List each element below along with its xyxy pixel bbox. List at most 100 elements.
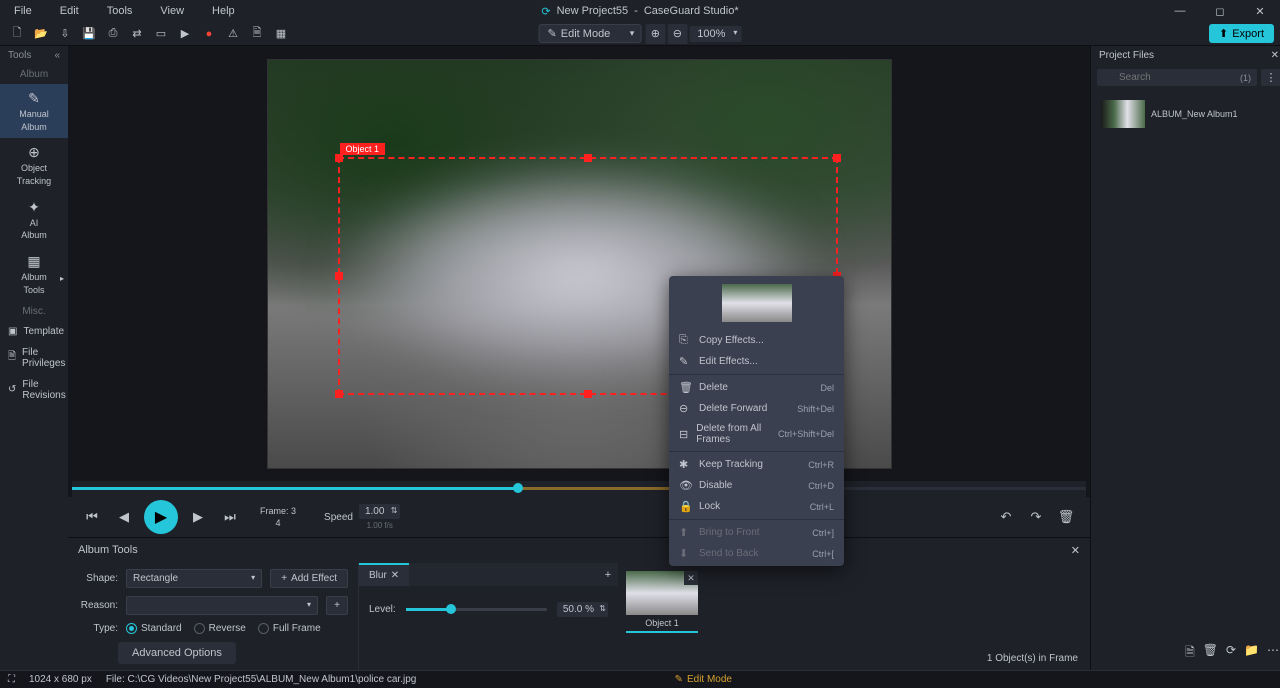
handle-bm[interactable]: [584, 390, 592, 398]
window-controls: — ◻ ✕: [1160, 0, 1280, 22]
youtube-icon[interactable]: ▶: [174, 24, 196, 44]
tab-close-icon[interactable]: ✕: [391, 570, 399, 581]
tool-a-icon[interactable]: ⇄: [126, 24, 148, 44]
undo-icon[interactable]: ↶: [994, 505, 1018, 529]
doc-icon[interactable]: 🗎: [246, 24, 268, 44]
speed-input[interactable]: 1.00: [359, 504, 400, 519]
handle-tl[interactable]: [335, 154, 343, 162]
shape-select[interactable]: Rectangle: [126, 569, 262, 588]
import-icon[interactable]: ⇩: [54, 24, 76, 44]
handle-ml[interactable]: [335, 272, 343, 280]
menu-view[interactable]: View: [146, 1, 198, 21]
ctx-keep-tracking[interactable]: ✱Keep TrackingCtrl+R: [669, 454, 844, 475]
sidebar-left: Tools « Album ✎ ManualAlbum ⊕ ObjectTrac…: [0, 46, 68, 670]
ctx-delete-from-all-frames[interactable]: ⊟Delete from All FramesCtrl+Shift+Del: [669, 419, 844, 449]
object-remove-icon[interactable]: ✕: [684, 571, 698, 585]
level-value[interactable]: 50.0 %: [557, 602, 608, 617]
open-icon[interactable]: 📂: [30, 24, 52, 44]
delete-icon[interactable]: 🗑: [1054, 505, 1078, 529]
album-tools-panel: Album Tools ✕ Shape: Rectangle +Add Effe…: [68, 537, 1090, 670]
sidebar-album-tools[interactable]: ▦ AlbumTools ▸: [0, 247, 68, 301]
titlebar: File Edit Tools View Help ⟳ New Project5…: [0, 0, 1280, 22]
handle-tr[interactable]: [833, 154, 841, 162]
prev-frame-button[interactable]: ◀: [112, 505, 136, 529]
right-panel: Project Files ✕ 🔍 (1) ⋮ ALBUM_New Album1…: [1090, 46, 1280, 670]
sidebar-object-tracking[interactable]: ⊕ ObjectTracking: [0, 138, 68, 192]
search-input[interactable]: [1097, 69, 1257, 86]
sidebar-file-revisions[interactable]: ↺ File Revisions: [0, 374, 68, 406]
first-frame-button[interactable]: ⏮: [80, 505, 104, 529]
menu-file[interactable]: File: [0, 1, 46, 21]
add-reason-button[interactable]: +: [326, 596, 348, 615]
last-frame-button[interactable]: ⏭: [218, 505, 242, 529]
reason-select[interactable]: [126, 596, 318, 615]
album-tools-close[interactable]: ✕: [1071, 544, 1080, 557]
zoom-out-icon[interactable]: ⊖: [667, 24, 687, 44]
handle-tm[interactable]: [584, 154, 592, 162]
album-item[interactable]: ALBUM_New Album1: [1097, 96, 1280, 132]
context-menu: ⎘Copy Effects...✎Edit Effects... 🗑DeleteD…: [669, 276, 844, 566]
next-frame-button[interactable]: ▶: [186, 505, 210, 529]
save-icon[interactable]: 💾: [78, 24, 100, 44]
radio-standard[interactable]: Standard: [126, 623, 182, 634]
type-label: Type:: [78, 623, 118, 634]
album-tools-header: Album Tools ✕: [68, 538, 1090, 563]
more-icon[interactable]: ⋯: [1267, 643, 1279, 664]
ctx-disable[interactable]: 👁DisableCtrl+D: [669, 475, 844, 496]
app-name: CaseGuard Studio*: [644, 5, 739, 17]
ctx-lock[interactable]: 🔒LockCtrl+L: [669, 496, 844, 517]
menu-tools[interactable]: Tools: [93, 1, 147, 21]
mode-select[interactable]: ✎ Edit Mode: [539, 24, 642, 43]
record-icon[interactable]: ●: [198, 24, 220, 44]
advanced-options-button[interactable]: Advanced Options: [118, 642, 236, 664]
sidebar-ai-album[interactable]: ✦ AIAlbum: [0, 193, 68, 247]
calendar-icon[interactable]: ▦: [270, 24, 292, 44]
play-button[interactable]: ▶: [144, 500, 178, 534]
zoom-level[interactable]: 100%: [689, 26, 741, 42]
menu-edit[interactable]: Edit: [46, 1, 93, 21]
collapse-icon[interactable]: «: [54, 50, 60, 61]
handle-bl[interactable]: [335, 390, 343, 398]
refresh-icon[interactable]: ⟳: [1226, 643, 1236, 664]
tool-b-icon[interactable]: ▭: [150, 24, 172, 44]
folder-icon[interactable]: 📁: [1244, 643, 1259, 664]
pencil-icon: ✎: [548, 27, 557, 40]
add-effect-button[interactable]: +Add Effect: [270, 569, 348, 588]
frame-current: 3: [291, 506, 296, 516]
type-radios: Standard Reverse Full Frame: [126, 623, 321, 634]
misc-section-label: Misc.: [0, 302, 68, 321]
close-button[interactable]: ✕: [1240, 0, 1280, 22]
radio-reverse[interactable]: Reverse: [194, 623, 246, 634]
sidebar-manual-album[interactable]: ✎ ManualAlbum: [0, 84, 68, 138]
ctx-delete-forward[interactable]: ⊖Delete ForwardShift+Del: [669, 398, 844, 419]
timeline-thumb[interactable]: [513, 483, 523, 493]
zoom-in-icon[interactable]: ⊕: [645, 24, 665, 44]
project-name: New Project55: [557, 5, 629, 17]
ctx-copy-effects-[interactable]: ⎘Copy Effects...: [669, 330, 844, 351]
sort-button[interactable]: ⋮: [1261, 69, 1280, 86]
maximize-button[interactable]: ◻: [1200, 0, 1240, 22]
warning-icon[interactable]: ⚠: [222, 24, 244, 44]
new-icon[interactable]: 🗋: [6, 24, 28, 44]
minimize-button[interactable]: —: [1160, 0, 1200, 22]
sidebar-file-privileges[interactable]: 🗎 File Privileges: [0, 342, 68, 374]
menu-help[interactable]: Help: [198, 1, 249, 21]
sidebar-template[interactable]: ▣ Template: [0, 321, 68, 342]
menubar: File Edit Tools View Help: [0, 1, 249, 21]
timeline[interactable]: [72, 481, 1086, 497]
object-card[interactable]: ✕ Object 1: [626, 571, 698, 633]
ctx-icon: ✎: [679, 355, 691, 368]
ctx-edit-effects-[interactable]: ✎Edit Effects...: [669, 351, 844, 372]
ctx-delete[interactable]: 🗑DeleteDel: [669, 377, 844, 398]
tab-blur[interactable]: Blur ✕: [359, 563, 409, 586]
radio-full-frame[interactable]: Full Frame: [258, 623, 321, 634]
file-icon[interactable]: 🗎: [1185, 643, 1195, 664]
export-button[interactable]: ⬆ Export: [1209, 24, 1274, 43]
canvas-area[interactable]: Object 1 ⎘Copy Effects...✎Edit Effects..…: [68, 46, 1090, 481]
tab-add-button[interactable]: +: [598, 563, 618, 586]
level-slider[interactable]: [406, 608, 547, 611]
redo-icon[interactable]: ↷: [1024, 505, 1048, 529]
print-icon[interactable]: ⎙: [102, 24, 124, 44]
delete-file-icon[interactable]: 🗑: [1203, 643, 1218, 664]
project-files-close[interactable]: ✕: [1271, 50, 1279, 61]
